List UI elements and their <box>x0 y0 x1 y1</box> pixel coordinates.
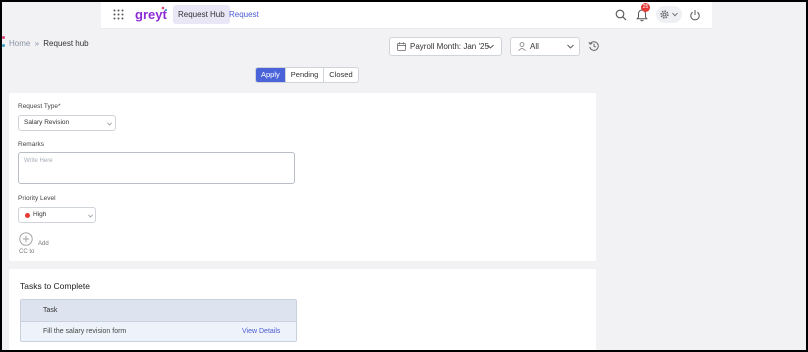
request-form-card: Request Type* Salary Revision Remarks Wr… <box>9 93 596 261</box>
task-column-header: Task <box>43 307 58 314</box>
user-icon <box>518 42 526 51</box>
svg-text:greyt: greyt <box>135 7 167 22</box>
request-type-value: Salary Revision <box>24 119 70 126</box>
priority-level-value: High <box>33 211 47 218</box>
notification-badge: 25 <box>641 3 650 12</box>
tasks-card: Tasks to Complete Task Fill the salary r… <box>9 269 596 350</box>
request-type-select[interactable]: Salary Revision <box>18 115 116 131</box>
tasks-table: Task Fill the salary revision form View … <box>20 299 297 342</box>
table-header: Task <box>21 300 296 322</box>
top-navbar: greyt Request Hub Request 25 <box>101 2 712 29</box>
task-name: Fill the salary revision form <box>43 328 127 335</box>
chevron-down-icon <box>487 44 494 49</box>
request-status-tabs: Apply Pending Closed <box>255 67 359 83</box>
scope-label: All <box>530 42 539 51</box>
apps-grid-icon[interactable] <box>113 9 124 20</box>
app-frame: greyt Request Hub Request 25 Home » Requ… <box>2 2 806 350</box>
chevron-down-icon <box>107 122 112 126</box>
breadcrumb-separator: » <box>34 39 40 48</box>
breadcrumb-current: Request hub <box>43 39 89 48</box>
tab-apply[interactable]: Apply <box>256 68 285 82</box>
priority-level-select[interactable]: High <box>18 207 96 223</box>
chevron-down-icon <box>672 12 678 17</box>
payroll-month-dropdown[interactable]: Payroll Month: Jan '25 <box>389 37 502 56</box>
payroll-month-label: Payroll Month: Jan '25 <box>410 42 489 51</box>
add-label[interactable]: Add <box>38 241 49 247</box>
calendar-icon <box>397 42 406 51</box>
tab-closed[interactable]: Closed <box>323 68 357 82</box>
table-row: Fill the salary revision form View Detai… <box>21 322 296 341</box>
request-type-label: Request Type* <box>18 103 61 110</box>
priority-level-label: Priority Level <box>18 195 56 202</box>
tab-pending[interactable]: Pending <box>284 68 324 82</box>
breadcrumb: Home » Request hub <box>9 39 89 48</box>
decorative-dot <box>2 44 5 47</box>
view-details-link[interactable]: View Details <box>242 328 280 335</box>
tab-request[interactable]: Request <box>227 5 261 24</box>
breadcrumb-home-link[interactable]: Home <box>9 39 30 48</box>
history-icon[interactable] <box>588 40 600 52</box>
search-icon[interactable] <box>615 9 627 21</box>
add-cc-icon[interactable] <box>19 232 33 246</box>
tasks-title: Tasks to Complete <box>20 281 90 291</box>
greytip-logo[interactable]: greyt <box>135 5 169 25</box>
cc-to-label: CC to <box>19 249 35 255</box>
chevron-down-icon <box>567 44 574 49</box>
scope-dropdown[interactable]: All <box>510 37 580 56</box>
settings-menu[interactable] <box>656 6 682 23</box>
priority-dot-icon <box>25 213 30 218</box>
power-icon[interactable] <box>689 9 701 21</box>
remarks-label: Remarks <box>18 141 45 148</box>
chevron-down-icon <box>88 214 93 218</box>
decorative-dot <box>2 36 5 39</box>
remarks-textarea[interactable]: Write Here <box>18 152 295 184</box>
tab-request-hub[interactable]: Request Hub <box>173 5 230 24</box>
remarks-placeholder: Write Here <box>24 158 53 164</box>
gear-icon <box>660 10 669 19</box>
